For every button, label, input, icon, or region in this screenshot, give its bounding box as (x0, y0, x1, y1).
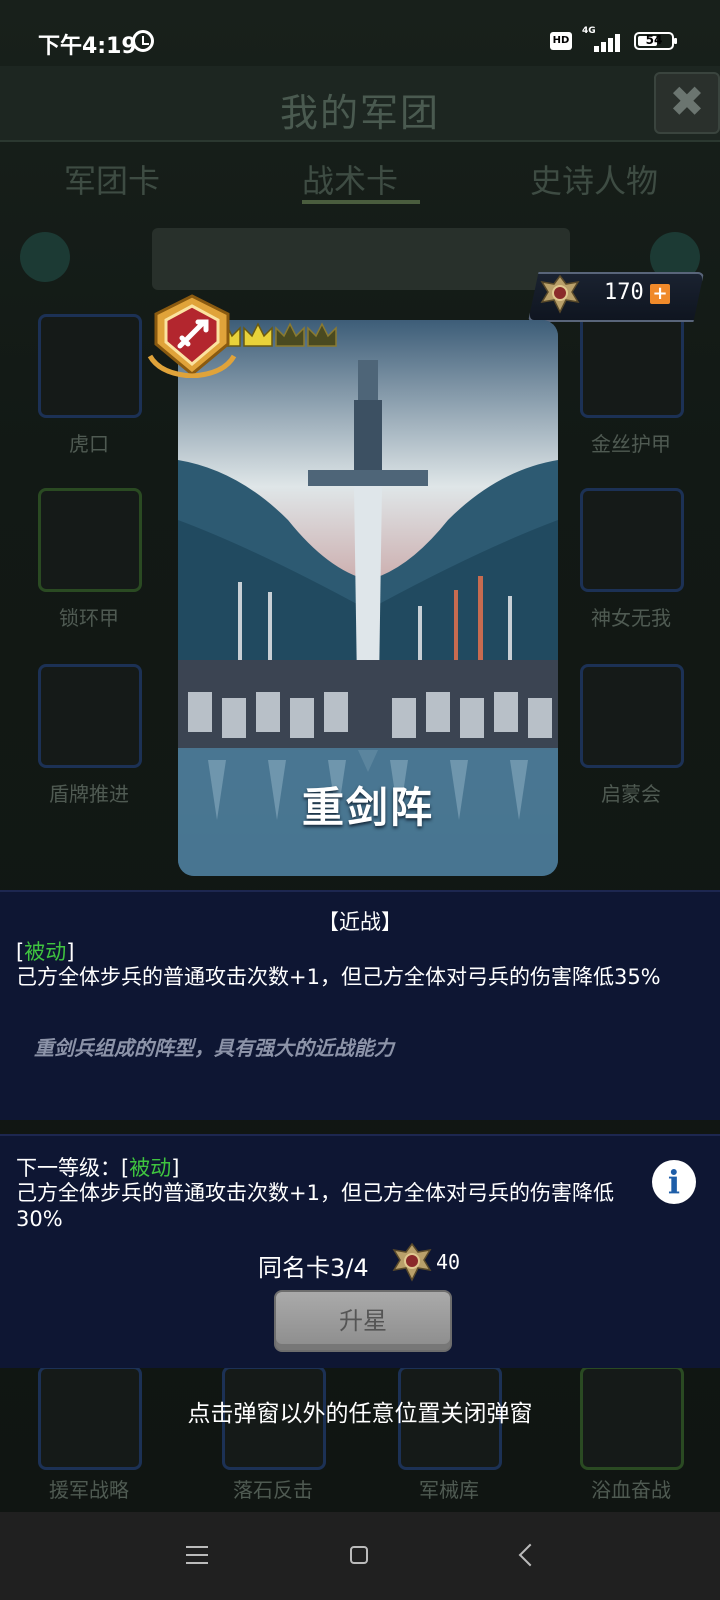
card-name: 重剑阵 (301, 783, 434, 832)
currency-value: 170 (604, 280, 644, 305)
tab-tactic-cards[interactable]: 战术卡 (302, 156, 398, 202)
passive-word: 被动 (24, 940, 67, 964)
next-level-panel: 下一等级：[被动] 己方全体步兵的普通攻击次数+1，但己方全体对弓兵的伤害降低3… (0, 1134, 720, 1368)
status-time: 下午4:19 (38, 34, 137, 59)
next-level-description: 己方全体步兵的普通攻击次数+1，但己方全体对弓兵的伤害降低30% (16, 1181, 614, 1231)
list-view-button[interactable] (20, 232, 70, 282)
tab-epic-characters[interactable]: 史诗人物 (530, 156, 658, 202)
tactic-card: 重剑阵 (178, 320, 558, 876)
upgrade-cost: 40 (436, 1250, 461, 1274)
flavor-text: 重剑兵组成的阵型，具有强大的近战能力 (34, 1036, 394, 1060)
active-tab-indicator (302, 200, 420, 204)
bg-card-tiger-mouth[interactable] (38, 314, 142, 418)
bg-card-label: 启蒙会 (601, 782, 661, 806)
next-level-close: ] (171, 1156, 180, 1180)
next-level-label: 下一等级：[被动] (16, 1152, 179, 1182)
passive-label: [被动] (16, 936, 74, 966)
hd-voice-icon: HD (550, 32, 572, 50)
background-page-title: 我的军团 (279, 91, 440, 135)
background-search-bar[interactable] (152, 228, 570, 290)
bg-card-label: 盾牌推进 (49, 782, 129, 806)
effect-description: 己方全体步兵的普通攻击次数+1，但己方全体对弓兵的伤害降低35% (16, 965, 661, 989)
add-currency-button[interactable]: + (650, 284, 670, 304)
home-icon[interactable] (350, 1546, 368, 1564)
next-passive-word: 被动 (129, 1156, 172, 1180)
bg-card-label: 虎口 (69, 432, 109, 456)
recent-apps-icon[interactable] (186, 1546, 208, 1564)
eagle-emblem-icon (540, 274, 580, 314)
bg-card-label: 锁环甲 (59, 606, 119, 630)
bracket-close: ] (66, 940, 75, 964)
battery-percent: 54 (645, 33, 663, 47)
bg-card-label: 援军战略 (49, 1478, 129, 1502)
bg-card-label: 金丝护甲 (591, 432, 671, 456)
bg-card-label: 神女无我 (591, 606, 671, 630)
info-icon[interactable]: i (652, 1160, 696, 1204)
alarm-clock-icon (132, 30, 154, 52)
bg-card-chainmail[interactable] (38, 488, 142, 592)
next-level-prefix: 下一等级：[ (16, 1156, 130, 1180)
bg-card-label: 军械库 (419, 1478, 479, 1502)
bg-card-label: 落石反击 (233, 1478, 313, 1502)
bracket-open: [ (16, 940, 25, 964)
duplicate-card-count: 同名卡3/4 (258, 1254, 369, 1282)
card-details-panel: 【近战】 [被动] 己方全体步兵的普通攻击次数+1，但己方全体对弓兵的伤害降低3… (0, 890, 720, 1120)
melee-sword-badge-icon (147, 294, 237, 378)
eagle-emblem-icon (392, 1242, 432, 1282)
battery-icon: 54 (634, 32, 677, 50)
upgrade-star-button[interactable]: 升星 (274, 1290, 452, 1352)
signal-strength-icon (586, 28, 624, 52)
bg-card-shield-push[interactable] (38, 664, 142, 768)
close-popup-hint: 点击弹窗以外的任意位置关闭弹窗 (187, 1401, 533, 1427)
tab-legion-cards[interactable]: 军团卡 (64, 156, 160, 202)
empty-crown-star-icon (275, 322, 337, 347)
bg-card-gold-armor[interactable] (580, 314, 684, 418)
background-close-button[interactable]: ✖ (654, 72, 720, 134)
bg-card-enlightenment[interactable] (580, 664, 684, 768)
card-type-tag: 【近战】 (318, 910, 402, 934)
bg-card-goddess[interactable] (580, 488, 684, 592)
bg-card-label: 浴血奋战 (591, 1478, 671, 1502)
